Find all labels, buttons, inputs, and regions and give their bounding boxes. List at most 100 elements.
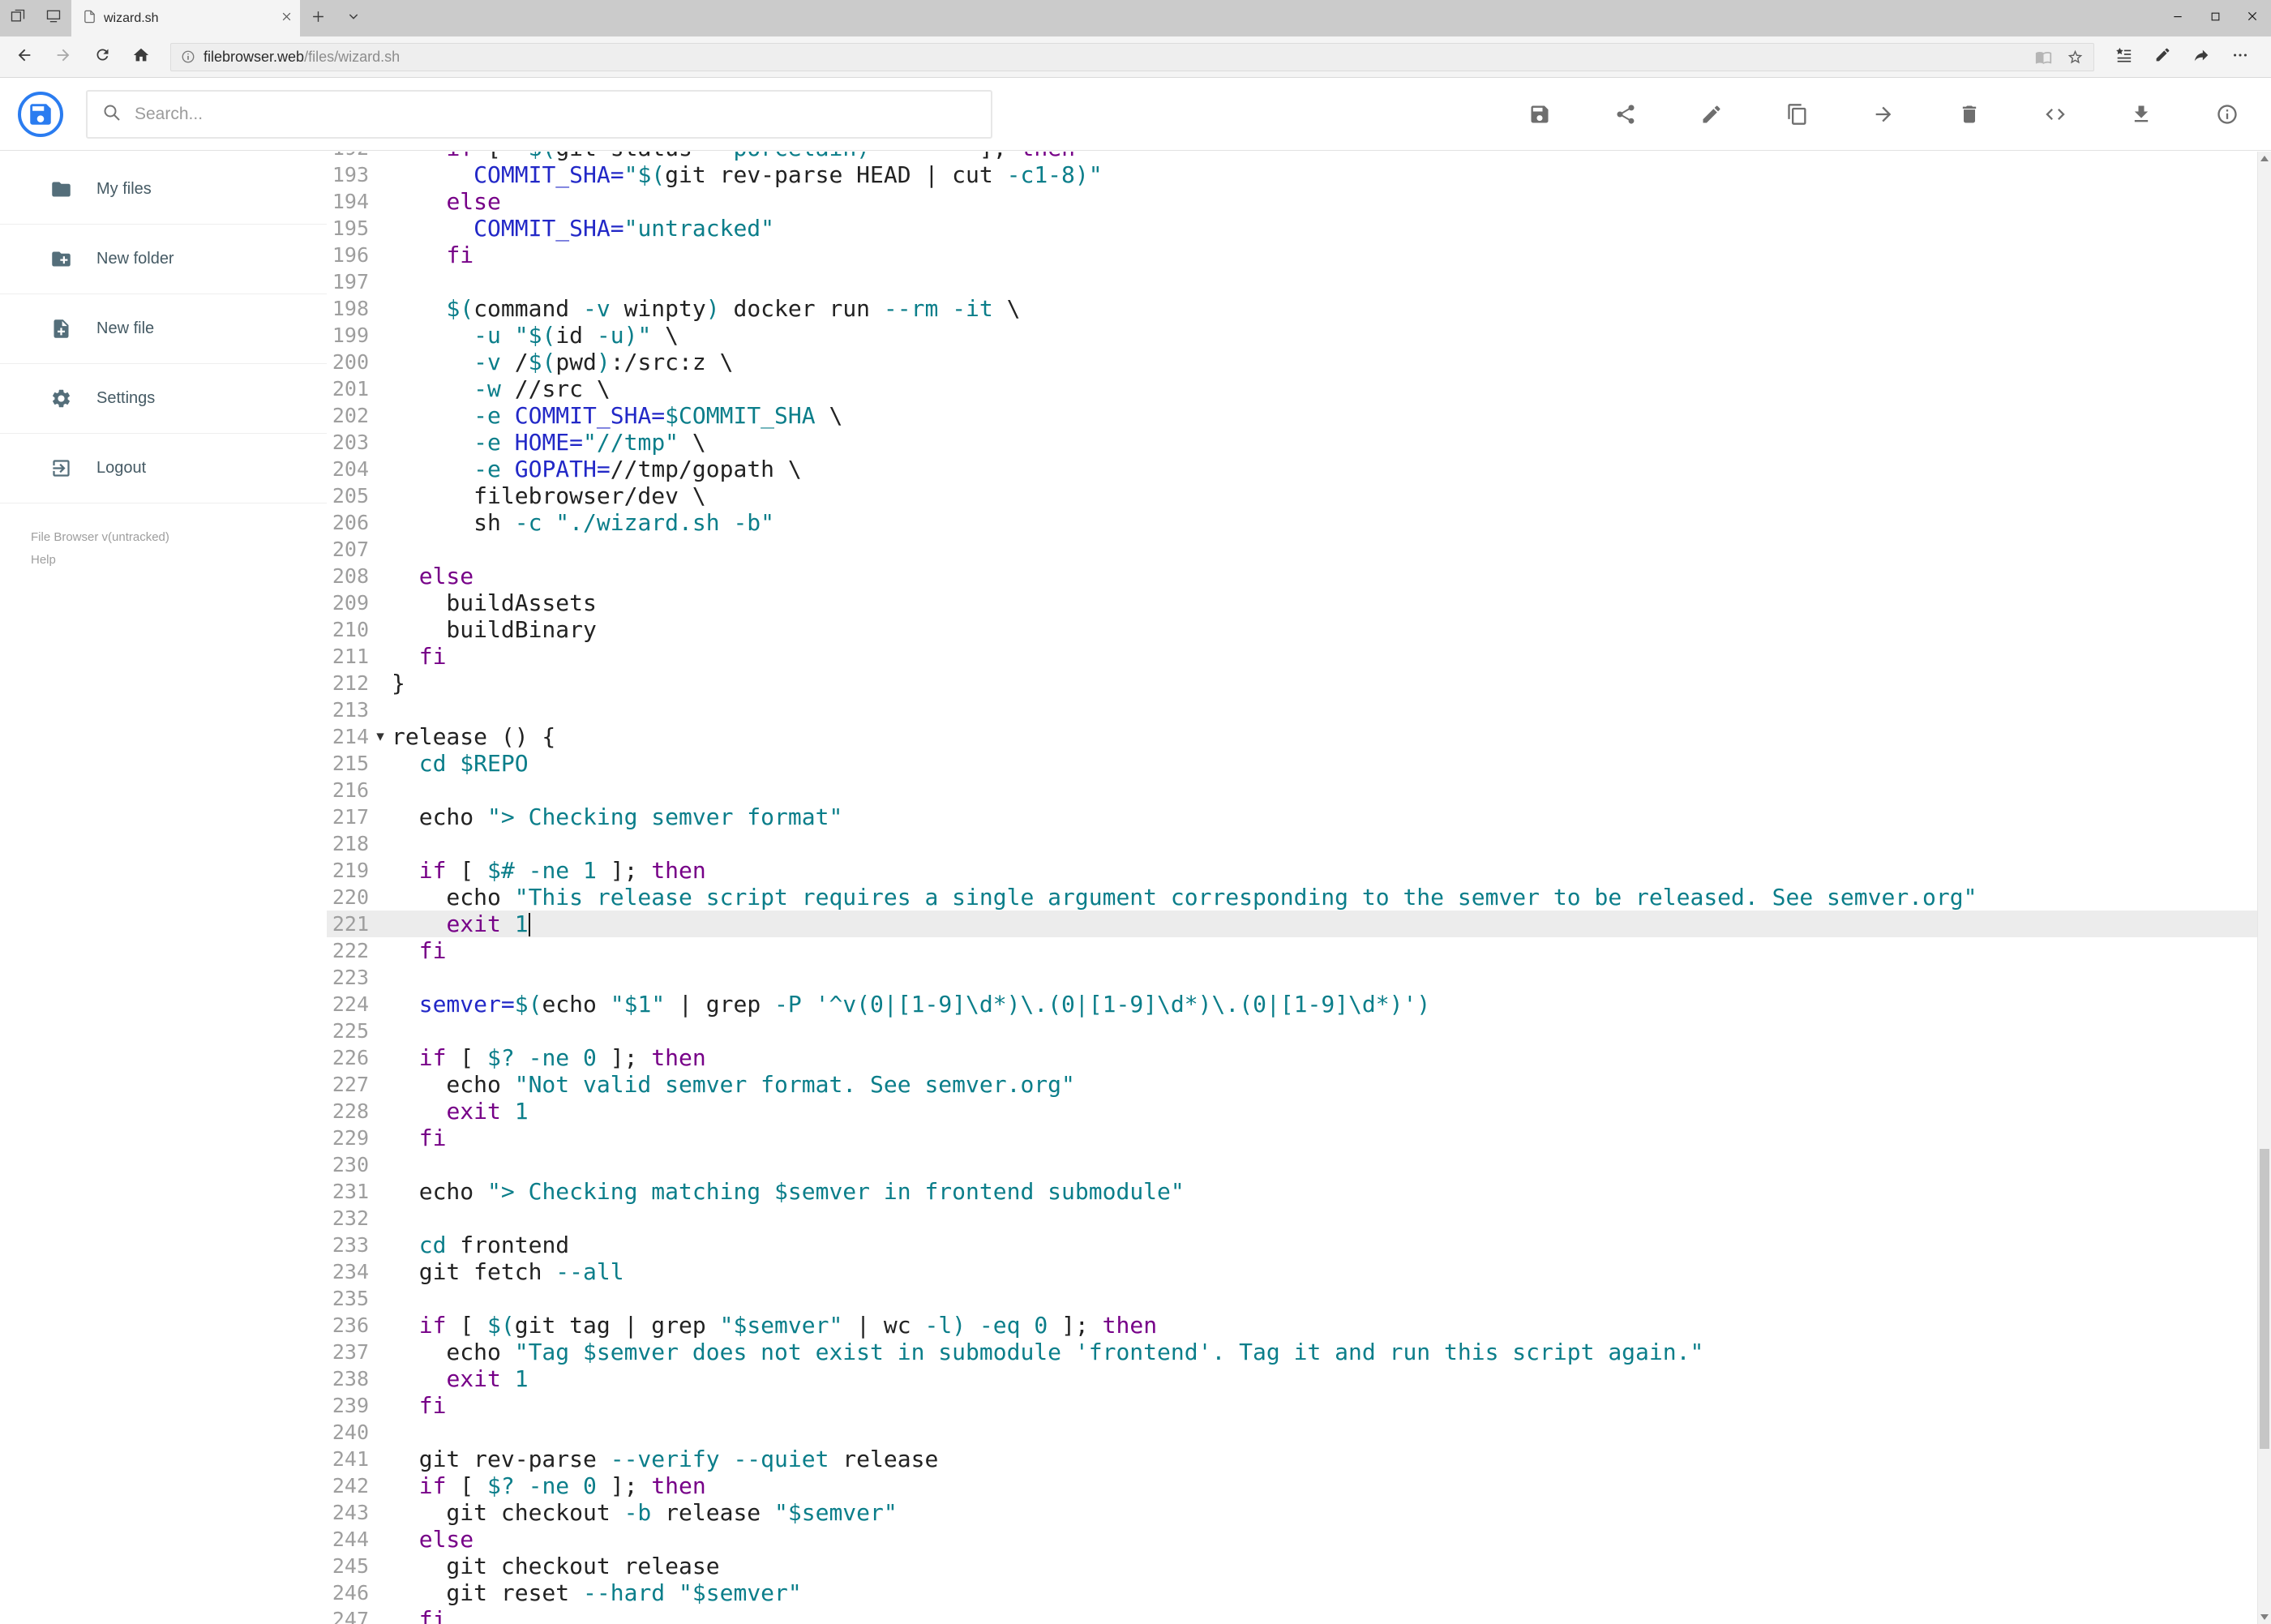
line-number[interactable]: 243 [327, 1499, 369, 1526]
line-number[interactable]: 238 [327, 1365, 369, 1392]
line-number[interactable]: 217 [327, 803, 369, 830]
favorite-star-button[interactable] [2067, 49, 2084, 66]
set-tabs-aside-button[interactable] [0, 0, 36, 36]
code-line[interactable]: 243 git checkout -b release "$semver" [327, 1499, 2257, 1526]
back-button[interactable] [5, 40, 44, 74]
edit-button[interactable] [1700, 103, 1723, 126]
code-line[interactable]: 216 [327, 777, 2257, 803]
code-line[interactable]: 212} [327, 670, 2257, 696]
search-input[interactable]: Search... [86, 90, 992, 139]
code-line[interactable]: 207 [327, 536, 2257, 563]
copy-button[interactable] [1786, 103, 1809, 126]
browser-tab[interactable]: wizard.sh [71, 0, 300, 36]
sidebar-item-my-files[interactable]: My files [0, 155, 327, 225]
line-number[interactable]: 210 [327, 616, 369, 643]
line-number[interactable]: 205 [327, 482, 369, 509]
code-line[interactable]: 238 exit 1 [327, 1365, 2257, 1392]
reading-view-button[interactable] [2035, 49, 2052, 66]
line-number[interactable]: 218 [327, 830, 369, 857]
code-line[interactable]: 208 else [327, 563, 2257, 589]
line-number[interactable]: 209 [327, 589, 369, 616]
fold-marker-icon[interactable]: ▾ [369, 723, 392, 750]
more-options-button[interactable] [2221, 40, 2260, 74]
code-line[interactable]: 217 echo "> Checking semver format" [327, 803, 2257, 830]
address-bar[interactable]: filebrowser.web/files/wizard.sh [170, 42, 2094, 71]
filebrowser-logo[interactable] [18, 92, 63, 137]
line-number[interactable]: 196 [327, 242, 369, 268]
line-number[interactable]: 214 [327, 723, 369, 750]
code-line[interactable]: 199 -u "$(id -u)" \ [327, 322, 2257, 349]
code-line[interactable]: 198 $(command -v winpty) docker run --rm… [327, 295, 2257, 322]
share-button[interactable] [1614, 103, 1637, 126]
code-line[interactable]: 246 git reset --hard "$semver" [327, 1579, 2257, 1606]
code-line[interactable]: 206 sh -c "./wizard.sh -b" [327, 509, 2257, 536]
line-number[interactable]: 223 [327, 964, 369, 991]
code-editor[interactable]: 192 if [ "$(git status --porcelain)" == … [327, 152, 2257, 1624]
line-number[interactable]: 234 [327, 1258, 369, 1285]
line-number[interactable]: 235 [327, 1285, 369, 1312]
help-link[interactable]: Help [31, 551, 327, 570]
line-number[interactable]: 213 [327, 696, 369, 723]
line-number[interactable]: 219 [327, 857, 369, 884]
code-line[interactable]: 224 semver=$(echo "$1" | grep -P '^v(0|[… [327, 991, 2257, 1018]
line-number[interactable]: 208 [327, 563, 369, 589]
line-number[interactable]: 202 [327, 402, 369, 429]
new-tab-button[interactable] [300, 0, 336, 36]
code-line[interactable]: 192 if [ "$(git status --porcelain)" == … [327, 152, 2257, 161]
line-number[interactable]: 245 [327, 1553, 369, 1579]
code-line[interactable]: 201 -w //src \ [327, 375, 2257, 402]
code-line[interactable]: 229 fi [327, 1125, 2257, 1151]
download-button[interactable] [2130, 103, 2153, 126]
line-number[interactable]: 230 [327, 1151, 369, 1178]
window-minimize-button[interactable] [2159, 0, 2196, 36]
code-line[interactable]: 219 if [ $# -ne 1 ]; then [327, 857, 2257, 884]
code-line[interactable]: 244 else [327, 1526, 2257, 1553]
code-line[interactable]: 245 git checkout release [327, 1553, 2257, 1579]
code-line[interactable]: 202 -e COMMIT_SHA=$COMMIT_SHA \ [327, 402, 2257, 429]
sidebar-item-settings[interactable]: Settings [0, 364, 327, 434]
code-line[interactable]: 200 -v /$(pwd):/src:z \ [327, 349, 2257, 375]
code-line[interactable]: 221 exit 1 [327, 911, 2257, 937]
line-number[interactable]: 242 [327, 1472, 369, 1499]
line-number[interactable]: 227 [327, 1071, 369, 1098]
line-number[interactable]: 204 [327, 456, 369, 482]
line-number[interactable]: 222 [327, 937, 369, 964]
info-button[interactable] [2216, 103, 2239, 126]
code-line[interactable]: 211 fi [327, 643, 2257, 670]
code-line[interactable]: 228 exit 1 [327, 1098, 2257, 1125]
line-number[interactable]: 236 [327, 1312, 369, 1339]
line-number[interactable]: 199 [327, 322, 369, 349]
code-line[interactable]: 196 fi [327, 242, 2257, 268]
code-line[interactable]: 203 -e HOME="//tmp" \ [327, 429, 2257, 456]
line-number[interactable]: 207 [327, 536, 369, 563]
code-line[interactable]: 226 if [ $? -ne 0 ]; then [327, 1044, 2257, 1071]
code-line[interactable]: 236 if [ $(git tag | grep "$semver" | wc… [327, 1312, 2257, 1339]
line-number[interactable]: 206 [327, 509, 369, 536]
scroll-down-button[interactable] [2258, 1610, 2271, 1624]
line-number[interactable]: 193 [327, 161, 369, 188]
code-line[interactable]: 225 [327, 1018, 2257, 1044]
code-line[interactable]: 239 fi [327, 1392, 2257, 1419]
code-line[interactable]: 194 else [327, 188, 2257, 215]
line-number[interactable]: 247 [327, 1606, 369, 1624]
code-line[interactable]: 230 [327, 1151, 2257, 1178]
code-line[interactable]: 205 filebrowser/dev \ [327, 482, 2257, 509]
line-number[interactable]: 201 [327, 375, 369, 402]
code-line[interactable]: 213 [327, 696, 2257, 723]
line-number[interactable]: 228 [327, 1098, 369, 1125]
code-line[interactable]: 222 fi [327, 937, 2257, 964]
code-view-button[interactable] [2044, 103, 2067, 126]
line-number[interactable]: 195 [327, 215, 369, 242]
code-line[interactable]: 234 git fetch --all [327, 1258, 2257, 1285]
line-number[interactable]: 198 [327, 295, 369, 322]
code-line[interactable]: 204 -e GOPATH=//tmp/gopath \ [327, 456, 2257, 482]
line-number[interactable]: 246 [327, 1579, 369, 1606]
line-number[interactable]: 212 [327, 670, 369, 696]
code-line[interactable]: 241 git rev-parse --verify --quiet relea… [327, 1446, 2257, 1472]
tab-close-icon[interactable] [281, 11, 292, 26]
save-button[interactable] [1528, 103, 1551, 126]
code-line[interactable]: 215 cd $REPO [327, 750, 2257, 777]
scroll-up-button[interactable] [2258, 152, 2271, 165]
line-number[interactable]: 231 [327, 1178, 369, 1205]
code-line[interactable]: 235 [327, 1285, 2257, 1312]
